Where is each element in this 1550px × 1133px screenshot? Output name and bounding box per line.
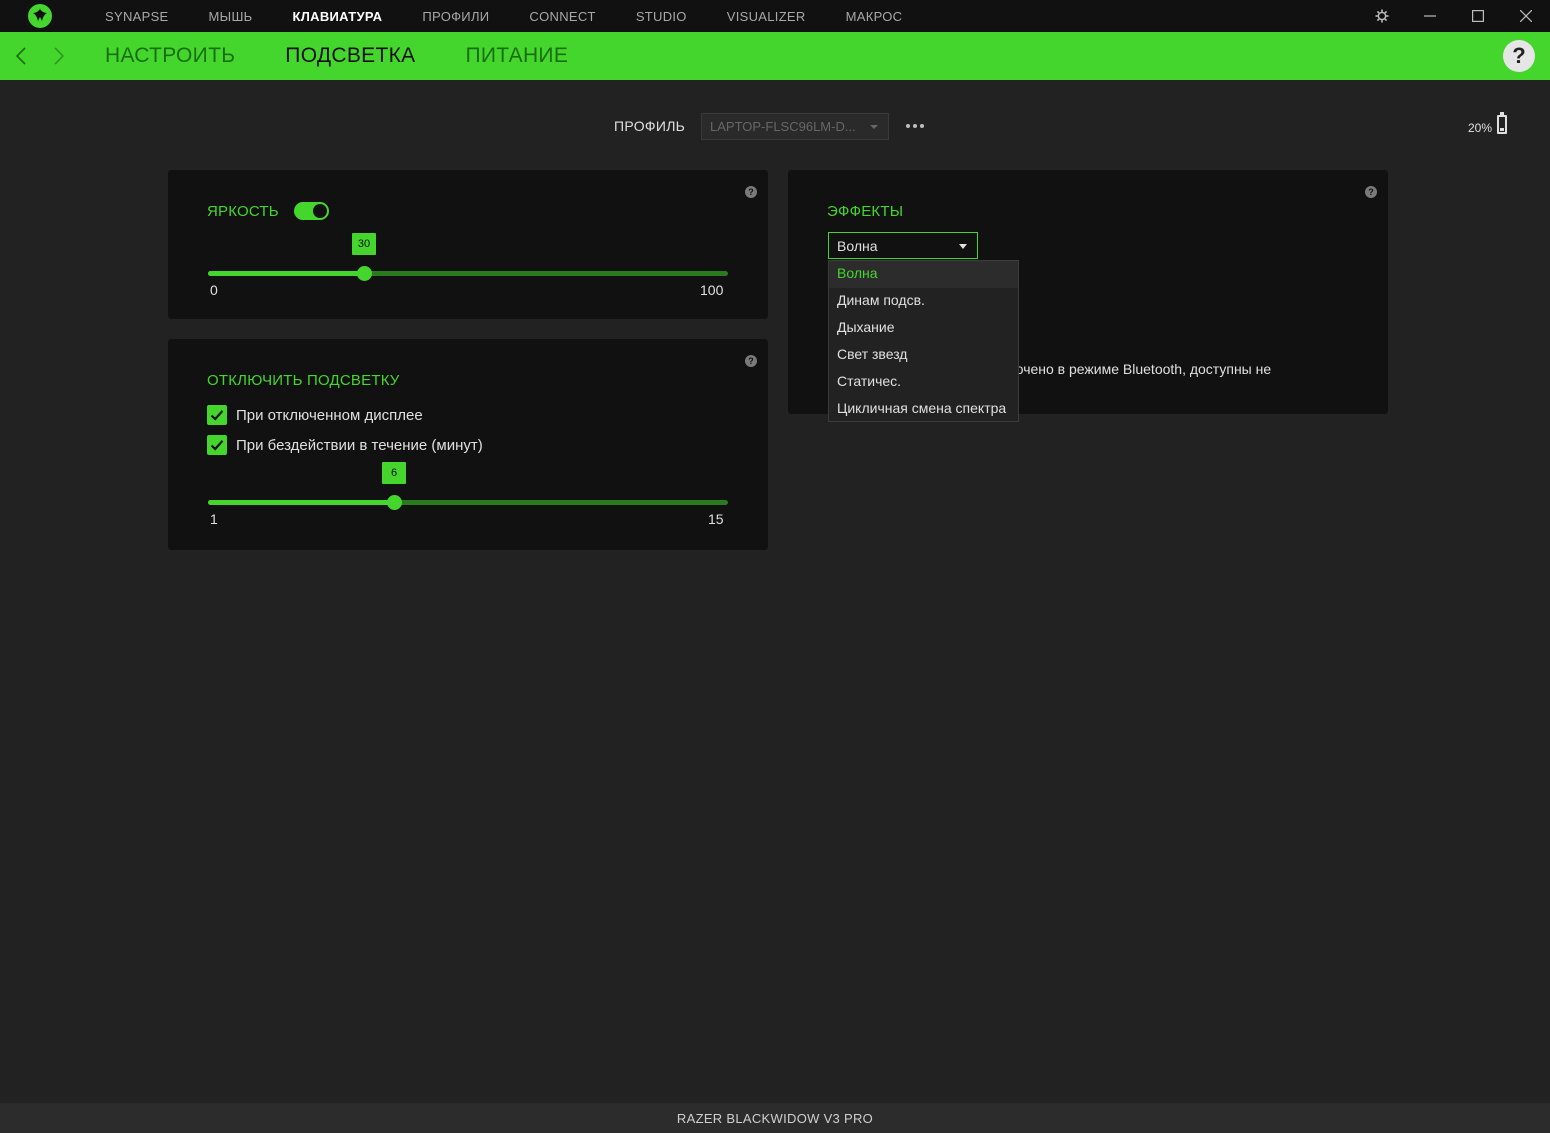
lighting-off-title: ОТКЛЮЧИТЬ ПОДСВЕТКУ <box>207 372 400 389</box>
slider-fill <box>208 271 364 276</box>
chevron-down-icon <box>959 244 967 249</box>
tab-lighting[interactable]: ПОДСВЕТКА <box>285 44 415 68</box>
brightness-title: ЯРКОСТЬ <box>207 203 279 220</box>
nav-studio[interactable]: STUDIO <box>636 9 687 24</box>
battery-percentage: 20% <box>1468 121 1493 135</box>
nav-profiles[interactable]: ПРОФИЛИ <box>422 9 489 24</box>
effects-dropdown-list: Волна Динам подсв. Дыхание Свет звезд Ст… <box>828 260 1019 422</box>
effect-option-breathing[interactable]: Дыхание <box>829 315 1018 342</box>
slider-min-label: 1 <box>210 511 218 527</box>
nav-macro[interactable]: МАКРОС <box>846 9 903 24</box>
nav-keyboard[interactable]: КЛАВИАТУРА <box>293 9 383 24</box>
nav-mouse[interactable]: МЫШЬ <box>209 9 253 24</box>
nav-synapse[interactable]: SYNAPSE <box>105 9 169 24</box>
tab-customize[interactable]: НАСТРОИТЬ <box>105 44 235 68</box>
profile-select-value: LAPTOP-FLSC96LM-D... <box>710 119 856 134</box>
help-icon[interactable]: ? <box>1365 186 1377 198</box>
help-button[interactable]: ? <box>1503 40 1535 72</box>
slider-fill <box>208 500 394 505</box>
brightness-slider[interactable]: 30 <box>208 233 728 281</box>
nav-connect[interactable]: CONNECT <box>529 9 595 24</box>
slider-min-label: 0 <box>210 282 218 298</box>
checkbox-checked-icon[interactable] <box>207 405 227 425</box>
minimize-icon[interactable] <box>1420 6 1440 26</box>
razer-logo-icon[interactable] <box>28 4 52 28</box>
effect-option-reactive[interactable]: Динам подсв. <box>829 288 1018 315</box>
nav-visualizer[interactable]: VISUALIZER <box>727 9 806 24</box>
effects-bluetooth-note: ючено в режиме Bluetooth, доступны не <box>1013 361 1272 377</box>
sub-tabs: НАСТРОИТЬ ПОДСВЕТКА ПИТАНИЕ <box>105 32 618 80</box>
effects-title: ЭФФЕКТЫ <box>827 203 904 220</box>
effect-option-static[interactable]: Статичес. <box>829 369 1018 396</box>
slider-max-label: 15 <box>708 511 724 527</box>
lighting-off-panel: ОТКЛЮЧИТЬ ПОДСВЕТКУ ? При отключенном ди… <box>168 339 768 550</box>
brightness-panel: ЯРКОСТЬ ? 30 0 100 <box>168 170 768 319</box>
slider-thumb[interactable] <box>357 266 372 281</box>
device-name: RAZER BLACKWIDOW V3 PRO <box>676 1110 874 1126</box>
checkbox-label: При бездействии в течение (минут) <box>236 436 483 454</box>
device-footer: RAZER BLACKWIDOW V3 PRO <box>0 1103 1550 1133</box>
effect-option-starlight[interactable]: Свет звезд <box>829 342 1018 369</box>
slider-max-label: 100 <box>700 282 724 298</box>
checkbox-label: При отключенном дисплее <box>236 406 423 424</box>
idle-minutes-slider[interactable]: 6 <box>208 462 728 510</box>
checkbox-checked-icon[interactable] <box>207 435 227 455</box>
profile-label: ПРОФИЛЬ <box>614 118 686 134</box>
forward-arrow-icon[interactable] <box>49 45 69 67</box>
effect-option-spectrum-cycling[interactable]: Цикличная смена спектра <box>829 396 1018 423</box>
help-icon[interactable]: ? <box>745 355 757 367</box>
battery-icon <box>1497 112 1507 134</box>
slider-thumb[interactable] <box>387 495 402 510</box>
gear-icon[interactable] <box>1372 6 1392 26</box>
effects-select-value: Волна <box>837 238 878 254</box>
tab-power[interactable]: ПИТАНИЕ <box>465 44 568 68</box>
effect-option-wave[interactable]: Волна <box>829 261 1018 288</box>
checkbox-idle[interactable]: При бездействии в течение (минут) <box>207 435 483 455</box>
profile-select[interactable]: LAPTOP-FLSC96LM-D... <box>701 113 889 140</box>
effects-select[interactable]: Волна <box>828 232 978 259</box>
chevron-down-icon <box>870 125 878 129</box>
brightness-toggle[interactable] <box>294 202 329 220</box>
more-options-icon[interactable] <box>905 117 925 135</box>
back-arrow-icon[interactable] <box>11 45 31 67</box>
close-icon[interactable] <box>1516 6 1536 26</box>
title-bar: SYNAPSE МЫШЬ КЛАВИАТУРА ПРОФИЛИ CONNECT … <box>0 0 1550 32</box>
checkbox-display-off[interactable]: При отключенном дисплее <box>207 405 423 425</box>
help-icon[interactable]: ? <box>745 186 757 198</box>
slider-value-badge: 6 <box>382 462 406 484</box>
sub-navigation-bar: НАСТРОИТЬ ПОДСВЕТКА ПИТАНИЕ <box>0 32 1550 80</box>
maximize-icon[interactable] <box>1468 6 1488 26</box>
top-navigation: SYNAPSE МЫШЬ КЛАВИАТУРА ПРОФИЛИ CONNECT … <box>85 0 942 32</box>
slider-value-badge: 30 <box>352 233 376 255</box>
